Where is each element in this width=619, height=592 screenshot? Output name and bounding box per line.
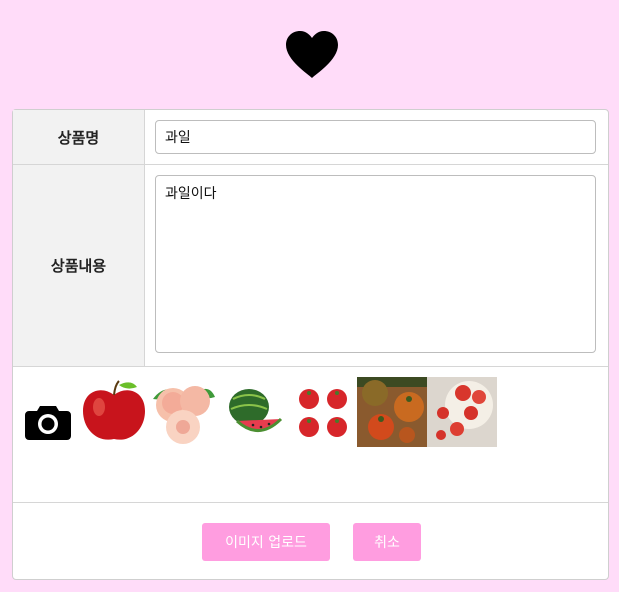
camera-icon[interactable] <box>25 404 71 440</box>
upload-image-button[interactable]: 이미지 업로드 <box>202 523 330 561</box>
thumbnail-apple[interactable] <box>79 377 149 447</box>
thumbnail-tomatoes-on-plate[interactable] <box>427 377 497 447</box>
thumbnail-peach[interactable] <box>149 377 219 447</box>
description-label: 상품내용 <box>13 165 145 366</box>
image-preview-row <box>13 367 608 503</box>
product-form: 상품명 상품내용 과일이다 <box>12 109 609 580</box>
description-row: 상품내용 과일이다 <box>13 165 608 367</box>
cancel-button[interactable]: 취소 <box>353 523 421 561</box>
actions-row: 이미지 업로드 취소 <box>13 503 608 580</box>
thumbnail-watermelon[interactable] <box>219 377 289 447</box>
name-input[interactable] <box>155 120 596 154</box>
thumbnail-heirloom-tomatoes[interactable] <box>357 377 427 447</box>
heart-icon <box>286 31 338 78</box>
name-row: 상품명 <box>13 110 608 165</box>
description-textarea[interactable]: 과일이다 <box>155 175 596 353</box>
name-label: 상품명 <box>13 110 145 164</box>
thumbnail-cherry-tomatoes[interactable] <box>289 377 359 447</box>
